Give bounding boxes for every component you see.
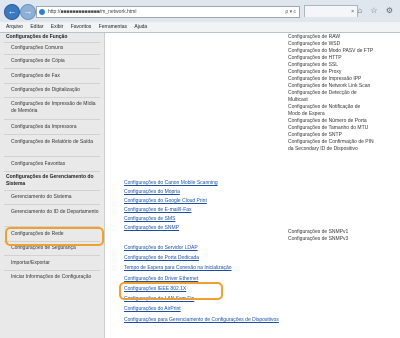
list-item[interactable]: Configurações do Modo PASV de FTP [288, 48, 373, 55]
list-item[interactable]: Configurações de SNTP [288, 132, 342, 139]
sidebar: Configurações de Função Configurações Co… [0, 33, 105, 338]
menu-editar[interactable]: Editar [30, 22, 43, 32]
divider [4, 255, 100, 256]
highlight-frame-network [5, 227, 104, 246]
list-item[interactable]: Configurações de SNMPv1 [288, 229, 348, 236]
address-bar[interactable]: http://■■■■■■■■■■■■■/m_network.html ρ ▾ … [36, 6, 300, 18]
list-item[interactable]: Configurações de Network Link Scan [288, 83, 370, 90]
list-item[interactable]: Configurações de SSL [288, 62, 338, 69]
divider [4, 97, 100, 98]
sidebar-item-common[interactable]: Configurações Comuns [11, 45, 101, 52]
list-item[interactable]: Configurações de Confirmação de PIN da S… [288, 139, 374, 153]
link-mopria[interactable]: Configurações do Mopria [124, 189, 180, 195]
list-item[interactable]: Configurações de Impressão IPP [288, 76, 361, 83]
divider [4, 54, 100, 55]
sidebar-item-init-settings[interactable]: Iniciar Informações de Configuração [11, 274, 101, 281]
toolbar-icons[interactable]: ⌂ ☆ ⚙ [357, 6, 396, 15]
list-item[interactable]: Configurações de Número de Porta [288, 118, 367, 125]
forward-button[interactable]: → [20, 4, 36, 20]
sidebar-header-function: Configurações de Função [6, 34, 68, 40]
list-item[interactable]: Configurações de RAW [288, 34, 340, 41]
link-sms[interactable]: Configurações de SMS [124, 216, 175, 222]
sidebar-header-system: Configurações de Gerenciamento do Sistem… [6, 174, 94, 187]
menu-ajuda[interactable]: Ajuda [134, 22, 147, 32]
list-item[interactable]: Configurações de Tamanho do MTU [288, 125, 368, 132]
highlight-frame-ieee [119, 282, 223, 300]
divider [4, 190, 100, 191]
list-item[interactable]: Configurações de Notificação de Modo de … [288, 104, 372, 118]
sidebar-item-security[interactable]: Configurações de Segurança [11, 245, 101, 252]
browser-tab[interactable]: × [304, 5, 358, 17]
sidebar-item-system-management[interactable]: Gerenciamento do Sistema [11, 194, 101, 201]
divider [4, 134, 100, 135]
link-airprint[interactable]: Configurações do AirPrint [124, 306, 181, 312]
link-canon-mobile-scanning[interactable]: Configurações do Canon Mobile Scanning [124, 180, 218, 186]
link-ldap[interactable]: Configurações do Servidor LDAP [124, 245, 198, 251]
tab-close-icon[interactable]: × [351, 6, 354, 18]
menu-exibir[interactable]: Exibir [51, 22, 64, 32]
list-item[interactable]: Configurações de Detecção de Multicast [288, 90, 370, 104]
link-snmp[interactable]: Configurações de SNMP [124, 225, 179, 231]
menu-ferramentas[interactable]: Ferramentas [99, 22, 127, 32]
divider [4, 42, 100, 43]
divider [4, 156, 100, 157]
list-item[interactable]: Configurações de HTTP [288, 55, 342, 62]
sidebar-item-printer[interactable]: Configurações da Impressora [11, 124, 101, 131]
menu-bar: Arquivo Editar Exibir Favoritos Ferramen… [0, 22, 400, 32]
sidebar-item-department-id[interactable]: Gerenciamento do ID de Departamento [11, 209, 101, 216]
divider [4, 270, 100, 271]
list-item[interactable]: Configurações de WSD [288, 41, 340, 48]
link-google-cloud-print[interactable]: Configurações do Google Cloud Print [124, 198, 207, 204]
search-refresh-icon[interactable]: ρ ▾ c [285, 9, 296, 15]
sidebar-item-fax[interactable]: Configurações de Fax [11, 73, 101, 80]
ie-icon [39, 9, 45, 15]
divider [4, 171, 100, 172]
sidebar-item-favorites[interactable]: Configurações Favoritas [11, 161, 101, 168]
link-device-config-management[interactable]: Configurações para Gerenciamento de Conf… [124, 317, 279, 323]
link-email-ifax[interactable]: Configurações de E-mail/I-Fax [124, 207, 192, 213]
link-dedicated-port[interactable]: Configurações de Porta Dedicada [124, 255, 199, 261]
divider [4, 119, 100, 120]
sidebar-item-copy[interactable]: Configurações de Cópia [11, 58, 101, 65]
sidebar-item-report[interactable]: Configurações de Relatório de Saída [11, 139, 101, 146]
sidebar-item-scan[interactable]: Configurações de Digitalização [11, 87, 101, 94]
divider [4, 204, 100, 205]
sidebar-item-import-export[interactable]: Importar/Exportar [11, 260, 101, 267]
divider [4, 83, 100, 84]
divider [4, 68, 100, 69]
url-text: http://■■■■■■■■■■■■■/m_network.html [48, 9, 137, 15]
list-item[interactable]: Configurações de SNMPv3 [288, 236, 348, 243]
list-item[interactable]: Configurações de Proxy [288, 69, 341, 76]
link-startup-wait[interactable]: Tempo de Espera para Conexão na Iniciali… [124, 265, 232, 271]
browser-toolbar: ← → http://■■■■■■■■■■■■■/m_network.html … [0, 0, 400, 33]
menu-arquivo[interactable]: Arquivo [6, 22, 23, 32]
sidebar-item-memory-media[interactable]: Configurações de Impressão de Mídia de M… [11, 101, 101, 115]
back-button[interactable]: ← [4, 4, 20, 20]
menu-favoritos[interactable]: Favoritos [71, 22, 92, 32]
